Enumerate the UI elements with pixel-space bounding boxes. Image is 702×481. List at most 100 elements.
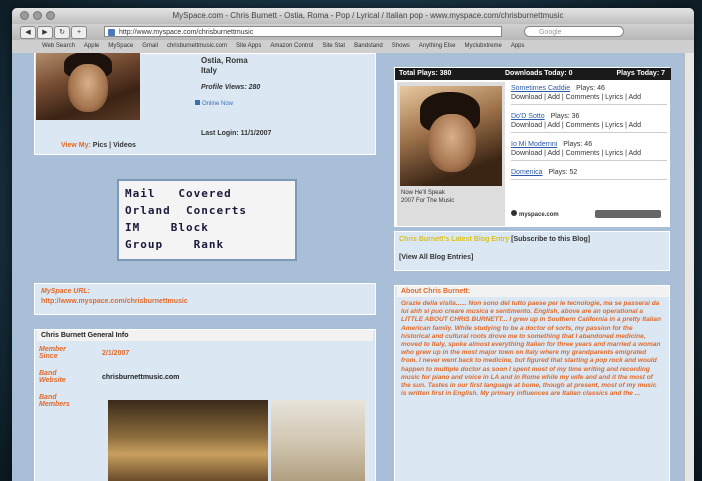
bookmark-item[interactable]: Site Stat bbox=[322, 40, 345, 53]
subscribe-blog-link[interactable]: [Subscribe to this Blog] bbox=[511, 236, 590, 243]
site-favicon-icon bbox=[108, 29, 115, 36]
band-members-label: Band Members bbox=[39, 394, 70, 408]
bookmark-item[interactable]: Amazon Control bbox=[270, 40, 313, 53]
bookmark-item[interactable]: Web Search bbox=[42, 40, 75, 53]
band-website-label: Band Website bbox=[39, 370, 66, 384]
window-title: MySpace.com - Chris Burnett - Ostia, Rom… bbox=[172, 11, 564, 20]
profile-photo[interactable] bbox=[36, 53, 140, 120]
pics-link[interactable]: Pics bbox=[93, 142, 107, 149]
song-title[interactable]: Io Mi Modernni bbox=[511, 141, 557, 148]
plays-today: Plays Today: 7 bbox=[616, 70, 665, 77]
back-arrow-icon: ◀ bbox=[25, 29, 31, 36]
profile-panel: Ostia, Roma Italy Profile Views: 280 Onl… bbox=[34, 53, 376, 155]
song-actions[interactable]: Download | Add | Comments | Lyrics | Add bbox=[511, 121, 667, 130]
last-login: Last Login: 11/1/2007 bbox=[201, 130, 271, 137]
location-country: Italy bbox=[201, 66, 218, 75]
song-row: Io Mi Modernni Plays: 46 Download | Add | … bbox=[511, 140, 667, 161]
bookmark-item[interactable]: Apple bbox=[84, 40, 99, 53]
song-actions[interactable]: Download | Add | Comments | Lyrics | Add bbox=[511, 149, 667, 158]
myspace-url-link[interactable]: http://www.myspace.com/chrisburnettmusic bbox=[41, 298, 188, 305]
latest-blog-title: Chris Burnett's Latest Blog Entry bbox=[399, 236, 510, 243]
forward-button[interactable]: ▶ bbox=[37, 26, 53, 39]
vertical-scrollbar[interactable] bbox=[684, 53, 694, 481]
album-panel: Now He'll Speak 2007 For The Music bbox=[397, 82, 505, 226]
myspace-url-label: MySpace URL: bbox=[41, 288, 91, 295]
banner-line: Group Rank bbox=[125, 238, 225, 251]
online-status: Online Now bbox=[195, 100, 233, 107]
member-since-label: Member Since bbox=[39, 346, 66, 360]
add-bookmark-button[interactable]: + bbox=[71, 26, 87, 39]
bookmark-item[interactable]: Myclubxtreme bbox=[464, 40, 501, 53]
song-title[interactable]: Domenica bbox=[511, 169, 543, 176]
banner-line: IM Block bbox=[125, 221, 209, 234]
bookmark-item[interactable]: Anything Else bbox=[419, 40, 456, 53]
song-row: Domenica Plays: 52 bbox=[511, 168, 667, 180]
browser-window: MySpace.com - Chris Burnett - Ostia, Rom… bbox=[12, 8, 694, 481]
bookmark-item[interactable]: Apps bbox=[511, 40, 525, 53]
online-icon bbox=[195, 100, 200, 105]
videos-link[interactable]: Videos bbox=[113, 142, 136, 149]
banner-line: Orland Concerts bbox=[125, 204, 247, 217]
reload-button[interactable]: ↻ bbox=[54, 26, 70, 39]
member-since-value: 2/1/2007 bbox=[102, 350, 130, 357]
player-header: Total Plays: 380 Downloads Today: 0 Play… bbox=[395, 68, 671, 80]
browser-toolbar: ◀ ▶ ↻ + http://www.myspace.com/chrisburn… bbox=[12, 24, 694, 40]
music-player: Total Plays: 380 Downloads Today: 0 Play… bbox=[394, 67, 671, 227]
song-title[interactable]: Sometimes Caddie bbox=[511, 85, 570, 92]
view-my-links: View My: Pics | Videos bbox=[61, 142, 136, 149]
myspace-player-logo: myspace.com bbox=[511, 210, 559, 218]
back-button[interactable]: ◀ bbox=[20, 26, 36, 39]
bookmark-item[interactable]: Bandstand bbox=[354, 40, 383, 53]
about-title: About Chris Burnett: bbox=[397, 286, 669, 297]
bookmark-item[interactable]: Gmail bbox=[142, 40, 158, 53]
profile-views-count: 280 bbox=[248, 84, 261, 91]
forward-arrow-icon: ▶ bbox=[42, 29, 48, 36]
view-all-blog-link[interactable]: [View All Blog Entries] bbox=[399, 254, 473, 261]
band-member-photo[interactable] bbox=[271, 400, 365, 481]
bookmark-item[interactable]: Site Apps bbox=[236, 40, 261, 53]
song-title[interactable]: Do'D Sotto bbox=[511, 113, 545, 120]
player-logo-icon bbox=[511, 210, 517, 216]
contact-banner[interactable]: Mail Covered Orland Concerts IM Block Group… bbox=[117, 179, 297, 261]
song-row: Sometimes Caddie Plays: 46 Download | Add … bbox=[511, 84, 667, 105]
song-plays: Plays: 36 bbox=[550, 113, 580, 120]
player-logo-text: myspace.com bbox=[519, 212, 559, 218]
search-placeholder: Google bbox=[539, 29, 562, 36]
song-plays: Plays: 46 bbox=[563, 141, 593, 148]
myspace-url-panel: MySpace URL: http://www.myspace.com/chri… bbox=[34, 283, 376, 315]
photo-face bbox=[68, 64, 108, 112]
band-group-photo[interactable] bbox=[108, 400, 268, 481]
last-login-label: Last Login: bbox=[201, 130, 239, 137]
song-plays: Plays: 46 bbox=[576, 85, 605, 92]
player-controls[interactable] bbox=[595, 210, 661, 218]
online-status-text: Online Now bbox=[202, 101, 234, 107]
banner-line: Mail Covered bbox=[125, 187, 232, 200]
band-website-value[interactable]: chrisburnettmusic.com bbox=[102, 374, 179, 381]
blog-header: Chris Burnett's Latest Blog Entry [Subsc… bbox=[399, 236, 590, 243]
address-bar[interactable]: http://www.myspace.com/chrisburnettmusic bbox=[104, 26, 502, 37]
artist-name: Now He'll Speak bbox=[401, 190, 445, 196]
about-text: Grazie della visita...... Non sono del t… bbox=[401, 300, 662, 398]
cover-face bbox=[428, 114, 476, 172]
address-text: http://www.myspace.com/chrisburnettmusic bbox=[119, 29, 254, 36]
view-my-label: View My: bbox=[61, 142, 91, 149]
window-controls bbox=[20, 11, 55, 20]
zoom-window-button[interactable] bbox=[46, 11, 55, 20]
profile-views-label: Profile Views: bbox=[201, 84, 247, 91]
search-input[interactable]: Google bbox=[524, 26, 624, 37]
bookmark-item[interactable]: MySpace bbox=[108, 40, 133, 53]
profile-views: Profile Views: 280 bbox=[201, 84, 260, 91]
song-plays: Plays: 52 bbox=[548, 169, 578, 176]
location-city: Ostia, Roma bbox=[201, 56, 248, 65]
album-name: 2007 For The Music bbox=[401, 198, 455, 204]
close-window-button[interactable] bbox=[20, 11, 29, 20]
title-bar: MySpace.com - Chris Burnett - Ostia, Rom… bbox=[12, 8, 694, 24]
song-actions[interactable]: Download | Add | Comments | Lyrics | Add bbox=[511, 93, 667, 102]
bookmark-item[interactable]: chrisburnettmusic.com bbox=[167, 40, 227, 53]
minimize-window-button[interactable] bbox=[33, 11, 42, 20]
bookmark-item[interactable]: Shows bbox=[392, 40, 410, 53]
album-cover[interactable] bbox=[400, 86, 502, 186]
bookmarks-bar: Web Search Apple MySpace Gmail chrisburnettm… bbox=[12, 40, 694, 54]
plus-icon: + bbox=[76, 29, 82, 36]
reload-icon: ↻ bbox=[59, 29, 65, 36]
